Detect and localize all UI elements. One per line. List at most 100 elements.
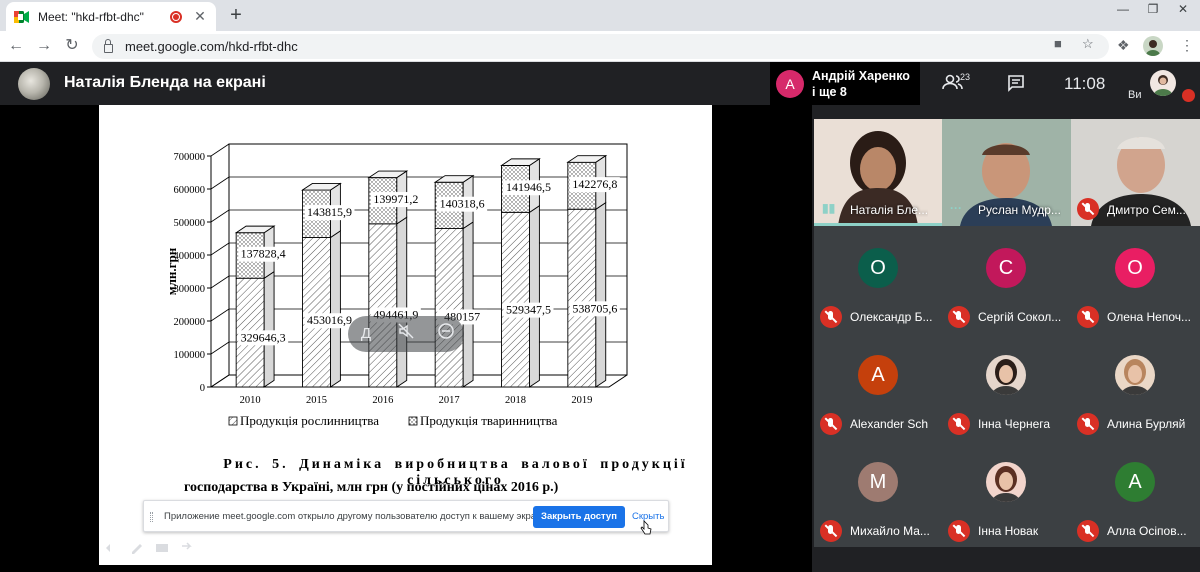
profile-avatar[interactable] [1143,36,1163,56]
slide-toolbar-icons [104,542,194,557]
legend-label: Продукція тваринництва [420,413,558,428]
mic-off-icon [1077,306,1099,328]
participant-tile[interactable]: С Сергій Сокол... [942,226,1071,333]
bookmark-star-icon[interactable]: ☆ [1082,36,1094,52]
forward-icon[interactable]: → [34,36,54,56]
y-axis-label: млн.грн [164,247,179,295]
camera-icon[interactable]: ■ [1054,36,1062,51]
participant-tile[interactable]: М Михайло Ма... [814,440,942,547]
y-tick-label: 500000 [174,218,206,229]
data-label: 143815,9 [307,205,352,219]
participant-tile[interactable]: Інна Новак [942,440,1071,547]
participant-photo-avatar [1115,355,1155,395]
participant-name: Михайло Ма... [850,524,930,538]
self-label: Ви [1128,89,1142,101]
remove-tile-icon[interactable] [434,322,458,346]
grid-diagonal [210,374,230,388]
x-tick-label: 2015 [306,395,327,406]
data-label: 538705,6 [572,301,617,315]
grid-diagonal [210,176,230,190]
presentation-overlay-controls: Д [348,316,464,352]
extensions-icon[interactable]: ❖ [1117,37,1130,54]
mute-presentation-icon[interactable] [394,322,418,346]
data-label: 139971,2 [373,192,418,206]
participant-photo-avatar [986,462,1026,502]
active-speaker-chip[interactable]: А Андрій Харенко і ще 8 [770,62,920,105]
participant-name: Алина Бурляй [1107,417,1186,431]
self-avatar[interactable] [1150,70,1176,96]
bar-side [263,270,275,388]
video-tile-1[interactable]: ··· Руслан Мудр... [942,119,1071,226]
browser-tab-strip: Meet: "hkd-rfbt-dhc" ✕ + — ❐ ✕ [0,0,1200,31]
browser-tab-meet[interactable]: Meet: "hkd-rfbt-dhc" ✕ [6,2,216,31]
legend-swatch [228,416,238,426]
participant-tile[interactable]: А Алла Осіпов... [1071,440,1200,547]
minimize-button[interactable]: — [1108,0,1138,20]
mic-off-icon [948,520,970,542]
participant-name: Дмитро Сем... [1107,203,1186,217]
mic-off-icon [820,306,842,328]
tab-title: Meet: "hkd-rfbt-dhc" [38,9,144,24]
drag-handle-icon[interactable] [150,512,153,522]
stop-sharing-button[interactable]: Закрыть доступ [533,506,625,528]
y-tick-label: 100000 [174,350,206,361]
participant-name: Руслан Мудр... [978,203,1061,217]
bar-side [396,216,408,388]
chat-icon[interactable] [1007,74,1025,97]
y-tick-label: 700000 [174,152,206,163]
new-tab-button[interactable]: + [224,4,248,28]
participant-name: Олена Непоч... [1107,310,1192,324]
bar-segment [501,211,530,388]
lock-icon [104,39,113,53]
x-tick-label: 2016 [372,395,393,406]
tab-close-icon[interactable]: ✕ [192,8,208,25]
grid-diagonal [210,143,230,157]
participants-count: 23 [960,72,971,82]
menu-dots-icon[interactable]: ⋮ [1180,37,1194,54]
participant-avatar: С [986,248,1026,288]
participant-name: Інна Чернега [978,417,1051,431]
participant-name: Alexander Sch [850,417,929,431]
pin-icon[interactable]: Д [354,322,378,346]
participant-tile[interactable]: О Олена Непоч... [1071,226,1200,333]
participant-photo-avatar [986,355,1026,395]
browser-toolbar: ← → ↻ meet.google.com/hkd-rfbt-dhc ■ ☆ ❖… [0,31,1200,62]
participant-avatar: О [858,248,898,288]
participant-name: Наталія Бле... [850,203,929,217]
screen-share-notification: Приложение meet.google.com открыло друго… [143,500,669,532]
reload-icon[interactable]: ↻ [62,36,82,56]
video-tile-2[interactable]: Дмитро Сем... [1071,119,1200,226]
mouse-pointer-icon [640,520,652,535]
legend-swatch [408,416,418,426]
data-label: 329646,3 [241,330,286,344]
x-tick-label: 2018 [505,395,526,406]
mic-off-icon [948,306,970,328]
mic-off-icon [820,520,842,542]
presenter-avatar [18,68,50,100]
restore-button[interactable]: ❐ [1138,0,1168,20]
participant-tile[interactable]: A Alexander Sch [814,333,942,440]
active-speaker-avatar: А [776,70,804,98]
data-label: 453016,9 [307,313,352,327]
participants-grid: ▮▮ Наталія Бле... ··· Руслан Мудр... Дми… [812,105,1200,572]
grid-diagonal [210,209,230,223]
data-label: 137828,4 [241,247,286,261]
figure-caption-line2: господарства в Україні, млн грн (у пості… [184,480,559,495]
participant-tile[interactable]: Алина Бурляй [1071,333,1200,440]
x-tick-label: 2019 [571,395,592,406]
meet-window: Meet: "hkd-rfbt-dhc" ✕ + — ❐ ✕ ← → ↻ mee… [0,0,1200,572]
participant-tile[interactable]: Інна Чернега [942,333,1071,440]
back-icon[interactable]: ← [6,36,26,56]
participant-name: Олександр Б... [850,310,933,324]
x-tick-label: 2017 [439,395,460,406]
mic-off-icon [1077,413,1099,435]
data-label: 529347,5 [506,303,551,317]
video-tile-0[interactable]: ▮▮ Наталія Бле... [814,119,942,226]
bar-segment [434,228,464,388]
participant-tile[interactable]: О Олександр Б... [814,226,942,333]
url-text: meet.google.com/hkd-rfbt-dhc [125,39,298,54]
close-window-button[interactable]: ✕ [1168,0,1198,20]
address-bar[interactable]: meet.google.com/hkd-rfbt-dhc ■ ☆ [92,34,1109,59]
production-chart: 329646,3137828,4453016,9143815,9494461,9… [164,143,628,428]
participant-name: Сергій Сокол... [978,310,1062,324]
